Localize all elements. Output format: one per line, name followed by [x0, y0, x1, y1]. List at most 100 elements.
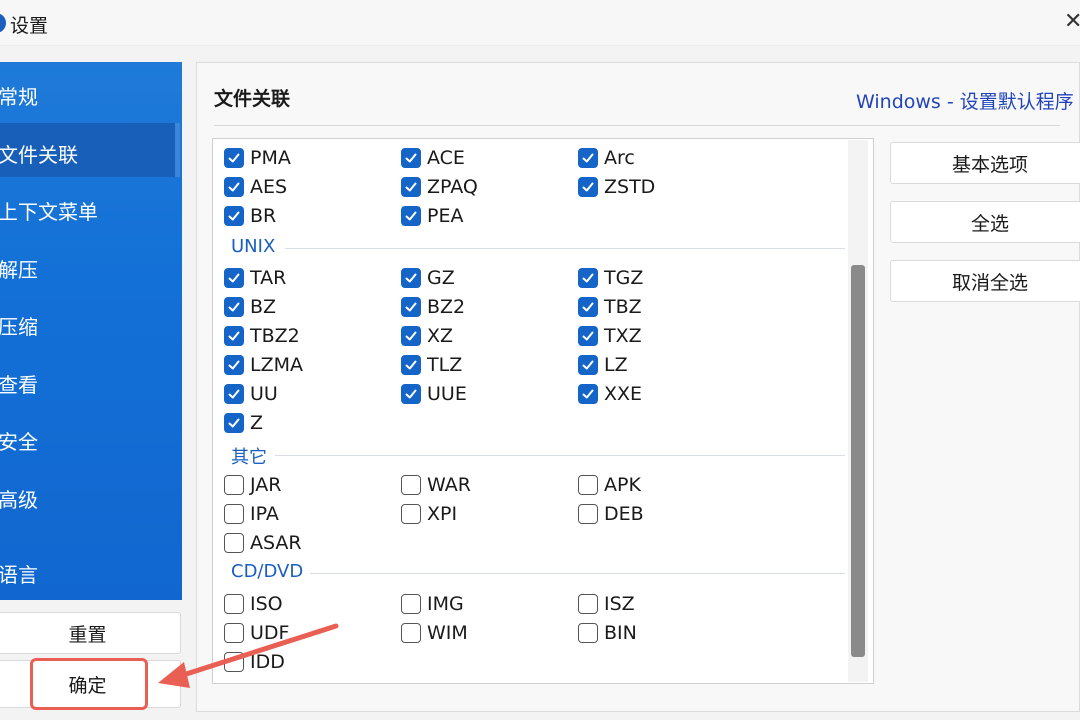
format-checkbox-txz[interactable]: TXZ — [578, 325, 642, 347]
format-checkbox-lz[interactable]: LZ — [578, 354, 628, 376]
format-label: UDF — [250, 622, 290, 644]
format-checkbox-img[interactable]: IMG — [401, 593, 464, 615]
checkbox-empty-icon — [224, 652, 244, 672]
format-checkbox-pea[interactable]: PEA — [401, 205, 463, 227]
checkbox-empty-icon — [401, 623, 421, 643]
title-bar: 设置 ✕ — [0, 0, 1080, 46]
format-label: WIM — [427, 622, 468, 644]
format-checkbox-aes[interactable]: AES — [224, 176, 287, 198]
sidebar-item-context-menu[interactable]: 上下文菜单 — [0, 180, 180, 234]
format-checkbox-bz[interactable]: BZ — [224, 296, 276, 318]
format-checkbox-ipa[interactable]: IPA — [224, 503, 279, 525]
format-label: LZMA — [250, 354, 303, 376]
checkmark-icon — [224, 384, 244, 404]
sidebar-item-extract[interactable]: 解压 — [0, 238, 180, 292]
format-label: ISZ — [604, 593, 635, 615]
format-label: TAR — [250, 267, 287, 289]
format-checkbox-z[interactable]: Z — [224, 412, 263, 434]
group-header-other: 其它 — [231, 443, 273, 469]
sidebar-item-label: 文件关联 — [0, 143, 78, 167]
windows-default-programs-link[interactable]: Windows - 设置默认程序 — [856, 87, 1074, 114]
format-label: ISO — [250, 593, 283, 615]
checkmark-icon — [578, 384, 598, 404]
format-checkbox-tlz[interactable]: TLZ — [401, 354, 462, 376]
select-all-button[interactable]: 全选 — [890, 201, 1080, 243]
checkmark-icon — [401, 148, 421, 168]
format-checkbox-tbz2[interactable]: TBZ2 — [224, 325, 300, 347]
format-label: AES — [250, 176, 288, 198]
format-label: UU — [250, 383, 278, 405]
sidebar-item-advanced[interactable]: 高级 — [0, 468, 180, 522]
format-checkbox-idd[interactable]: IDD — [224, 651, 285, 673]
format-label: UUE — [427, 383, 467, 405]
checkmark-icon — [401, 268, 421, 288]
sidebar-item-general[interactable]: 常规 — [0, 65, 180, 119]
format-checkbox-jar[interactable]: JAR — [224, 474, 281, 496]
checkbox-empty-icon — [224, 475, 244, 495]
format-checkbox-deb[interactable]: DEB — [578, 503, 644, 525]
checkmark-icon — [401, 297, 421, 317]
format-list[interactable] — [212, 138, 874, 684]
checkmark-icon — [401, 326, 421, 346]
format-checkbox-bin[interactable]: BIN — [578, 622, 637, 644]
format-label: XZ — [427, 325, 454, 347]
format-checkbox-isz[interactable]: ISZ — [578, 593, 635, 615]
format-label: BZ — [250, 296, 277, 318]
format-label: PEA — [427, 205, 464, 227]
format-checkbox-ace[interactable]: ACE — [401, 147, 465, 169]
format-checkbox-iso[interactable]: ISO — [224, 593, 283, 615]
format-checkbox-udf[interactable]: UDF — [224, 622, 289, 644]
format-label: TBZ — [604, 296, 642, 318]
format-checkbox-uue[interactable]: UUE — [401, 383, 467, 405]
format-label: WAR — [427, 474, 471, 496]
sidebar-item-language[interactable]: 语言 — [0, 543, 180, 597]
format-label: JAR — [250, 474, 282, 496]
format-checkbox-xxe[interactable]: XXE — [578, 383, 642, 405]
format-label: Z — [250, 412, 264, 434]
format-label: XXE — [604, 383, 643, 405]
format-checkbox-zstd[interactable]: ZSTD — [578, 176, 655, 198]
close-icon[interactable]: ✕ — [1064, 9, 1080, 34]
format-label: DEB — [604, 503, 644, 525]
scrollbar-thumb[interactable] — [851, 265, 865, 657]
checkmark-icon — [578, 326, 598, 346]
sidebar-item-security[interactable]: 安全 — [0, 410, 180, 464]
format-checkbox-asar[interactable]: ASAR — [224, 532, 302, 554]
window-title: 设置 — [10, 15, 49, 37]
checkmark-icon — [224, 177, 244, 197]
checkmark-icon — [224, 268, 244, 288]
checkbox-empty-icon — [401, 475, 421, 495]
format-checkbox-lzma[interactable]: LZMA — [224, 354, 303, 376]
group-divider — [285, 248, 845, 249]
checkbox-empty-icon — [401, 504, 421, 524]
format-checkbox-xpi[interactable]: XPI — [401, 503, 457, 525]
sidebar-item-compress[interactable]: 压缩 — [0, 295, 180, 349]
format-label: IDD — [250, 651, 285, 673]
format-checkbox-war[interactable]: WAR — [401, 474, 471, 496]
checkmark-icon — [224, 326, 244, 346]
format-checkbox-tgz[interactable]: TGZ — [578, 267, 643, 289]
format-checkbox-wim[interactable]: WIM — [401, 622, 468, 644]
format-checkbox-arc[interactable]: Arc — [578, 147, 635, 169]
format-label: ZSTD — [604, 176, 656, 198]
format-label: XPI — [427, 503, 458, 525]
format-checkbox-pma[interactable]: PMA — [224, 147, 291, 169]
format-checkbox-uu[interactable]: UU — [224, 383, 278, 405]
sidebar-item-view[interactable]: 查看 — [0, 353, 180, 407]
format-label: ASAR — [250, 532, 302, 554]
format-checkbox-tbz[interactable]: TBZ — [578, 296, 642, 318]
basic-options-button[interactable]: 基本选项 — [890, 142, 1080, 184]
format-checkbox-bz2[interactable]: BZ2 — [401, 296, 465, 318]
format-checkbox-xz[interactable]: XZ — [401, 325, 453, 347]
format-checkbox-apk[interactable]: APK — [578, 474, 641, 496]
format-checkbox-zpaq[interactable]: ZPAQ — [401, 176, 478, 198]
format-checkbox-tar[interactable]: TAR — [224, 267, 286, 289]
format-checkbox-br[interactable]: BR — [224, 205, 276, 227]
deselect-all-button[interactable]: 取消全选 — [890, 260, 1080, 302]
format-label: BR — [250, 205, 277, 227]
reset-button[interactable]: 重置 — [0, 612, 181, 654]
checkmark-icon — [578, 297, 598, 317]
format-checkbox-gz[interactable]: GZ — [401, 267, 455, 289]
format-label: IMG — [427, 593, 464, 615]
sidebar-item-file-association[interactable]: 文件关联 — [0, 123, 180, 177]
